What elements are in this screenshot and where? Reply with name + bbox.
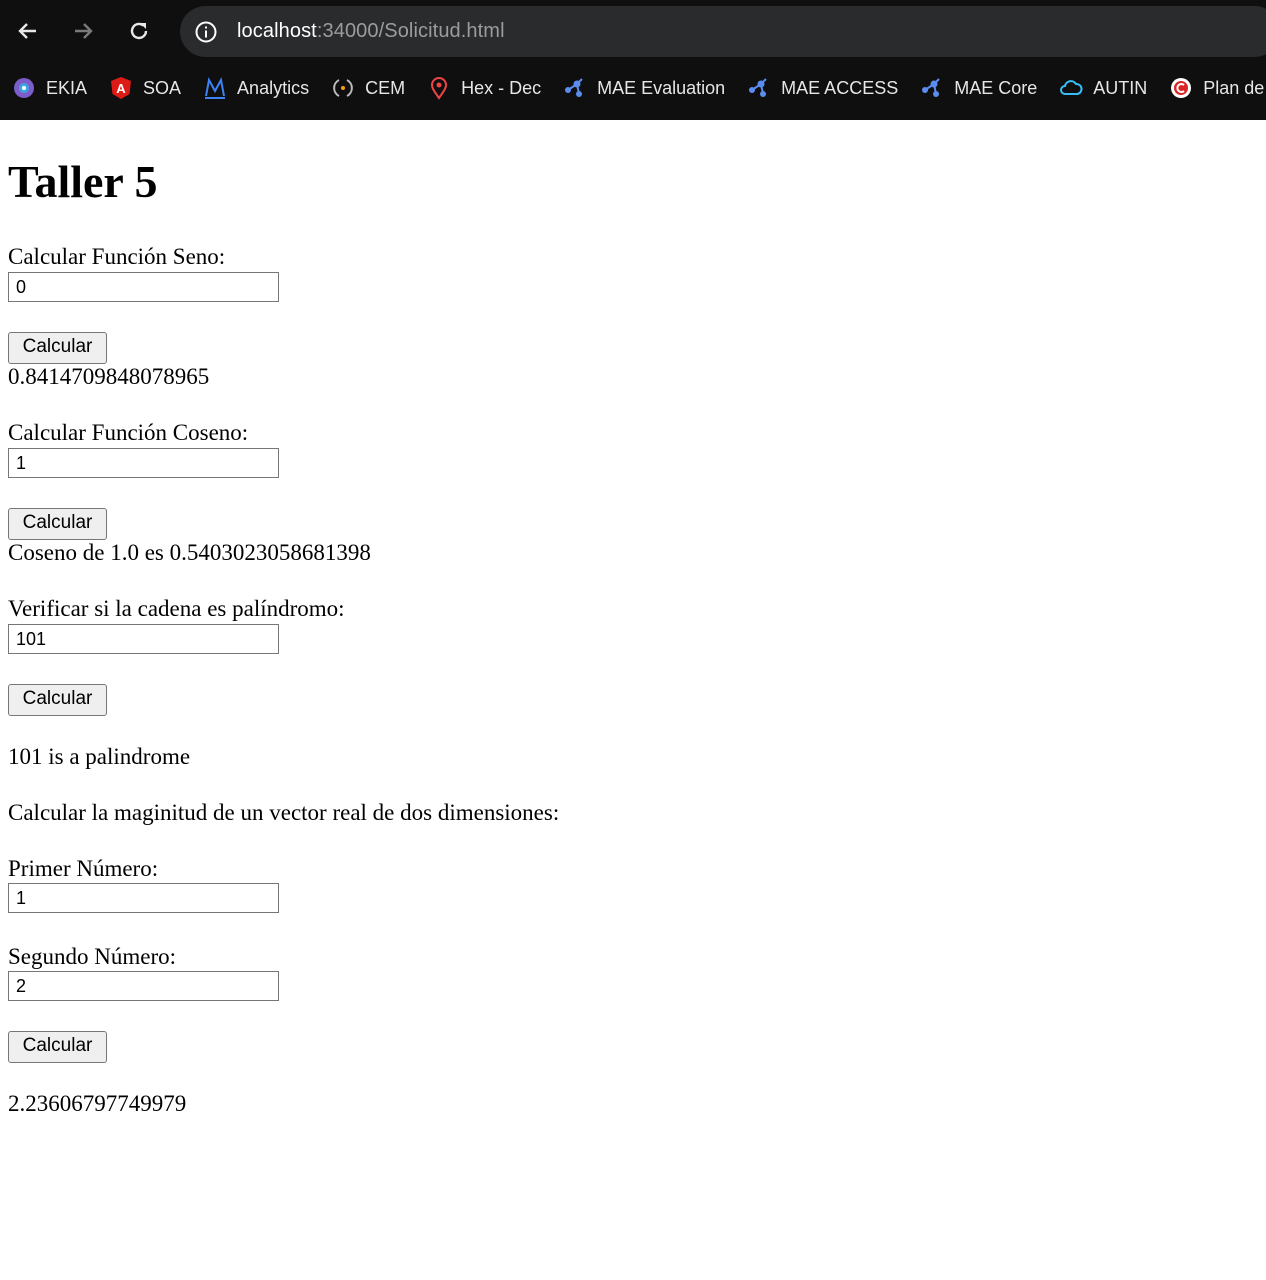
seno-input[interactable]: 0	[8, 272, 279, 302]
bookmark-label: EKIA	[46, 77, 88, 98]
primer-numero-input[interactable]: 1	[8, 883, 279, 913]
palindromo-input[interactable]: 101	[8, 624, 279, 654]
page-title: Taller 5	[8, 156, 158, 207]
address-bar[interactable]: localhost:34000/Solicitud.html	[180, 6, 1266, 57]
mae-icon	[563, 76, 587, 100]
bookmark-label: MAE Core	[954, 77, 1038, 98]
url-path: :34000/Solicitud.html	[316, 20, 505, 42]
svg-text:A: A	[116, 81, 126, 96]
bookmarks-bar: EKIA A SOA Analytics CEM Hex - Dec MAE E…	[0, 68, 1266, 108]
cloud-icon	[1059, 76, 1083, 100]
mae-icon	[747, 76, 771, 100]
bookmark-label: Plan de	[1203, 77, 1265, 98]
arrow-right-icon	[75, 23, 93, 39]
bookmark-ekia[interactable]: EKIA	[12, 76, 87, 100]
bookmark-mae-access[interactable]: MAE ACCESS	[747, 76, 898, 100]
primer-numero-label: Primer Número:	[8, 856, 159, 881]
segundo-numero-input[interactable]: 2	[8, 971, 279, 1001]
magnitud-result: 2.23606797749979	[8, 1091, 187, 1116]
bookmark-label: AUTIN	[1093, 77, 1148, 98]
palindromo-calcular-button[interactable]: Calcular	[8, 684, 107, 716]
bookmark-label: CEM	[365, 77, 406, 98]
url-host: localhost	[237, 20, 317, 42]
bookmark-mae-evaluation[interactable]: MAE Evaluation	[563, 76, 725, 100]
bookmark-label: MAE Evaluation	[597, 77, 726, 98]
mae-icon	[920, 76, 944, 100]
seno-label: Calcular Función Seno:	[8, 244, 226, 269]
bookmark-label: MAE ACCESS	[781, 77, 899, 98]
bookmark-label: Analytics	[237, 77, 310, 98]
bookmark-analytics[interactable]: Analytics	[203, 76, 309, 100]
arrow-left-icon	[18, 23, 36, 39]
coseno-label: Calcular Función Coseno:	[8, 420, 249, 445]
magnitud-calcular-button[interactable]: Calcular	[8, 1031, 107, 1063]
bookmark-label: Hex - Dec	[461, 77, 542, 98]
palindromo-result: 101 is a palindrome	[8, 744, 191, 769]
bookmark-label: SOA	[143, 77, 182, 98]
magnitud-heading: Calcular la maginitud de un vector real …	[8, 800, 560, 825]
seno-result: 0.8414709848078965	[8, 364, 210, 389]
coseno-input[interactable]: 1	[8, 448, 279, 478]
coseno-result: Coseno de 1.0 es 0.5403023058681398	[8, 540, 371, 565]
map-pin-icon	[427, 76, 451, 100]
coseno-calcular-button[interactable]: Calcular	[8, 508, 107, 540]
bookmark-cem[interactable]: CEM	[331, 76, 405, 100]
seno-calcular-button[interactable]: Calcular	[8, 332, 107, 364]
site-info-icon[interactable]	[194, 20, 218, 44]
plan-icon	[1169, 76, 1193, 100]
reload-button[interactable]	[122, 14, 156, 48]
bookmark-mae-core[interactable]: MAE Core	[920, 76, 1037, 100]
cem-icon	[331, 76, 355, 100]
segundo-numero-label: Segundo Número:	[8, 944, 177, 969]
back-button[interactable]	[11, 14, 45, 48]
bookmark-plan-de[interactable]: Plan de	[1169, 76, 1264, 100]
browser-chrome: localhost:34000/Solicitud.html EKIA A SO…	[0, 0, 1266, 120]
bookmark-hex-dec[interactable]: Hex - Dec	[427, 76, 541, 100]
angular-icon: A	[109, 76, 133, 100]
bookmark-autin[interactable]: AUTIN	[1059, 76, 1147, 100]
url-text: localhost:34000/Solicitud.html	[237, 20, 505, 43]
reload-icon	[130, 22, 148, 40]
palindromo-label: Verificar si la cadena es palíndromo:	[8, 596, 345, 621]
ekia-icon	[12, 76, 36, 100]
bookmark-soa[interactable]: A SOA	[109, 76, 181, 100]
forward-button[interactable]	[66, 14, 100, 48]
analytics-icon	[203, 76, 227, 100]
